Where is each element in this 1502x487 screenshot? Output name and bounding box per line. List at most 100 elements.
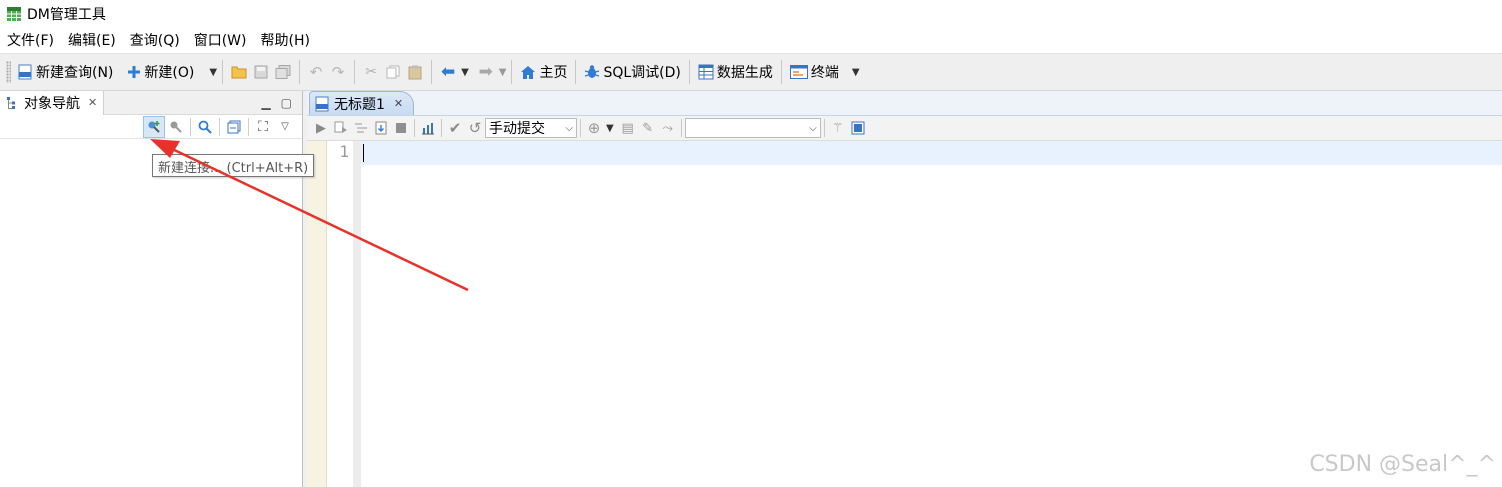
toolbar-separator xyxy=(575,60,577,84)
commit-mode-select[interactable]: 手动提交 ⌵ xyxy=(485,118,577,138)
toolbar-grip[interactable] xyxy=(6,61,11,83)
toolbar-separator xyxy=(511,60,513,84)
menu-edit[interactable]: 编辑(E) xyxy=(61,30,123,50)
tree-icon xyxy=(7,96,15,109)
toolbar-separator xyxy=(688,60,690,84)
editor-toolbar: ▶ ✔ ↺ 手动提交 ⌵ ⊕ ▼ ▤ ✎ ⤳ ⌵ ⚚ xyxy=(307,116,1502,141)
toolbar-separator xyxy=(354,60,356,84)
close-tab-icon[interactable]: ✕ xyxy=(394,97,403,110)
new-connection-icon[interactable] xyxy=(143,115,165,138)
bug-icon xyxy=(585,65,600,78)
toolbar-separator xyxy=(431,60,433,84)
expand-icon[interactable]: ⛶ xyxy=(252,116,274,138)
home-label: 主页 xyxy=(539,65,568,81)
menu-file[interactable]: 文件(F) xyxy=(0,30,61,50)
line-number: 1 xyxy=(339,142,349,161)
navigator-tabbar: 对象导航 ✕ ▁ ▢ xyxy=(0,90,302,115)
text-caret xyxy=(363,144,364,162)
object-navigator-panel: 对象导航 ✕ ▁ ▢ ⛶ ▽ xyxy=(0,90,303,487)
execute-icon[interactable]: ▶ xyxy=(311,118,331,138)
plus-icon xyxy=(128,66,141,78)
code-area[interactable]: 1 xyxy=(307,141,1502,487)
data-generation-button[interactable]: 数据生成 xyxy=(695,58,776,86)
line-number-gutter: 1 xyxy=(327,141,353,487)
paste-icon[interactable] xyxy=(404,61,426,83)
title-bar: DM管理工具 xyxy=(0,0,1502,27)
home-icon xyxy=(521,65,536,79)
format-icon[interactable]: ▤ xyxy=(618,118,638,138)
new-button[interactable]: 新建(O) xyxy=(124,58,197,86)
menu-help[interactable]: 帮助(H) xyxy=(254,30,317,50)
window-title: DM管理工具 xyxy=(27,6,106,23)
editor-tab-label: 无标题1 xyxy=(334,96,385,113)
sql-debug-button[interactable]: SQL调试(D) xyxy=(581,58,683,86)
home-button[interactable]: 主页 xyxy=(517,58,570,86)
toolbar-separator xyxy=(680,119,682,137)
new-query-label: 新建查询(N) xyxy=(36,65,114,81)
execute-script-icon[interactable] xyxy=(331,118,351,138)
gutter-border xyxy=(353,141,361,487)
toolbar-separator xyxy=(780,60,782,84)
sql-editor: 无标题1 ✕ ▶ ✔ ↺ 手动提交 ⌵ ⊕ ▼ ▤ ✎ ⤳ ⌵ ⚚ 1 xyxy=(307,91,1502,487)
toolbar-separator xyxy=(580,119,581,137)
menu-bar: 文件(F) 编辑(E) 查询(Q) 窗口(W) 帮助(H) xyxy=(0,28,1502,52)
target-icon[interactable]: ⊕ xyxy=(584,118,604,138)
collapse-all-icon[interactable] xyxy=(223,116,245,138)
cut-icon[interactable]: ✂ xyxy=(360,61,382,83)
data-table-icon xyxy=(698,64,714,80)
toolbar-separator xyxy=(190,117,191,136)
new-label: 新建(O) xyxy=(144,65,195,81)
toolbar-separator xyxy=(219,117,220,136)
maximize-icon[interactable]: ▢ xyxy=(281,96,292,110)
back-dropdown-icon[interactable]: ▼ xyxy=(461,67,469,78)
rollback-icon[interactable]: ↺ xyxy=(465,118,485,138)
toolbar-separator xyxy=(248,117,249,136)
magic-wand-icon[interactable]: ⚚ xyxy=(828,118,848,138)
forward-dropdown-icon[interactable]: ▼ xyxy=(499,67,507,78)
save-all-icon[interactable] xyxy=(272,61,294,83)
uncomment-icon[interactable]: ⤳ xyxy=(658,118,678,138)
minimize-icon[interactable]: ▁ xyxy=(261,96,270,110)
sql-debug-label: SQL调试(D) xyxy=(603,65,681,81)
new-dropdown-icon[interactable]: ▼ xyxy=(209,67,217,78)
copy-icon[interactable] xyxy=(382,61,404,83)
search-icon[interactable] xyxy=(194,116,216,138)
main-toolbar: 新建查询(N) 新建(O) ▼ ↶ ↷ ✂ ⬅ ▼ ➡ ▼ 主页 SQL调试(D… xyxy=(0,53,1502,91)
view-menu-icon[interactable]: ▽ xyxy=(274,116,296,138)
layout-icon[interactable] xyxy=(848,118,868,138)
explain-icon[interactable] xyxy=(351,118,371,138)
toolbar-separator xyxy=(441,119,442,137)
terminal-label: 终端 xyxy=(810,65,839,81)
forward-arrow-icon[interactable]: ➡ xyxy=(475,61,497,83)
open-folder-icon[interactable] xyxy=(228,61,250,83)
chevron-down-icon: ⌵ xyxy=(565,122,573,134)
menu-window[interactable]: 窗口(W) xyxy=(187,30,254,50)
app-grid-icon xyxy=(7,6,21,21)
statistics-icon[interactable] xyxy=(418,118,438,138)
toolbar-separator xyxy=(414,119,415,137)
toolbar-separator xyxy=(823,119,825,137)
redo-icon[interactable]: ↷ xyxy=(327,61,349,83)
navigator-tab[interactable]: 对象导航 ✕ xyxy=(0,90,105,115)
current-line-highlight xyxy=(361,141,1502,165)
terminal-icon xyxy=(789,65,808,79)
back-arrow-icon[interactable]: ⬅ xyxy=(437,61,459,83)
fold-gutter xyxy=(307,141,327,487)
navigator-toolbar: ⛶ ▽ xyxy=(0,115,302,139)
editor-tab[interactable]: 无标题1 ✕ xyxy=(309,91,415,115)
target-dropdown-icon[interactable]: ▼ xyxy=(606,123,614,134)
menu-query[interactable]: 查询(Q) xyxy=(123,30,187,50)
save-icon[interactable] xyxy=(250,61,272,83)
data-generation-label: 数据生成 xyxy=(716,65,773,81)
close-tab-icon[interactable]: ✕ xyxy=(88,96,97,109)
terminal-dropdown-icon[interactable]: ▼ xyxy=(852,67,860,78)
disconnect-icon[interactable] xyxy=(165,116,187,138)
stop-icon[interactable] xyxy=(391,118,411,138)
new-query-button[interactable]: 新建查询(N) xyxy=(14,58,116,86)
database-select[interactable]: ⌵ xyxy=(684,118,821,138)
comment-icon[interactable]: ✎ xyxy=(638,118,658,138)
commit-icon[interactable]: ✔ xyxy=(445,118,465,138)
export-icon[interactable] xyxy=(371,118,391,138)
terminal-button[interactable]: 终端 xyxy=(787,58,842,86)
undo-icon[interactable]: ↶ xyxy=(305,61,327,83)
